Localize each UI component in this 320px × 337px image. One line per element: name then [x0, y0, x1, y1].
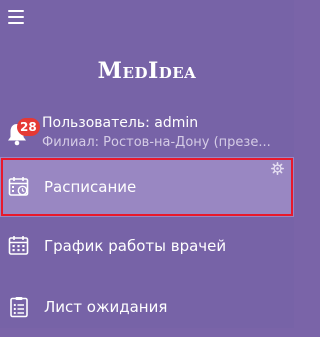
- gear-icon[interactable]: [271, 162, 284, 175]
- user-branch: Филиал: Ростов-на-Дону (презе...: [42, 135, 271, 150]
- nav-item-label: График работы врачей: [44, 237, 227, 255]
- calendar-clock-icon: [8, 177, 29, 196]
- notification-count-badge[interactable]: 28: [17, 118, 40, 136]
- calendar-grid-icon: [8, 236, 29, 255]
- nav-item-waitlist[interactable]: Лист ожидания: [0, 277, 294, 337]
- clipboard-list-icon: [10, 297, 28, 318]
- nav-item-schedule[interactable]: Расписание: [0, 157, 294, 217]
- hamburger-menu-icon[interactable]: [8, 10, 24, 26]
- app-logo: MedIdea: [97, 58, 197, 84]
- nav-item-label: Расписание: [44, 178, 137, 196]
- user-name: Пользователь: admin: [42, 115, 199, 131]
- nav-item-doctors-schedule[interactable]: График работы врачей: [0, 216, 294, 276]
- nav-item-label: Лист ожидания: [44, 298, 168, 316]
- user-info[interactable]: 28 Пользователь: admin Филиал: Ростов-на…: [0, 108, 294, 154]
- sidebar: MedIdea 28 Пользователь: admin Филиал: Р…: [0, 0, 294, 328]
